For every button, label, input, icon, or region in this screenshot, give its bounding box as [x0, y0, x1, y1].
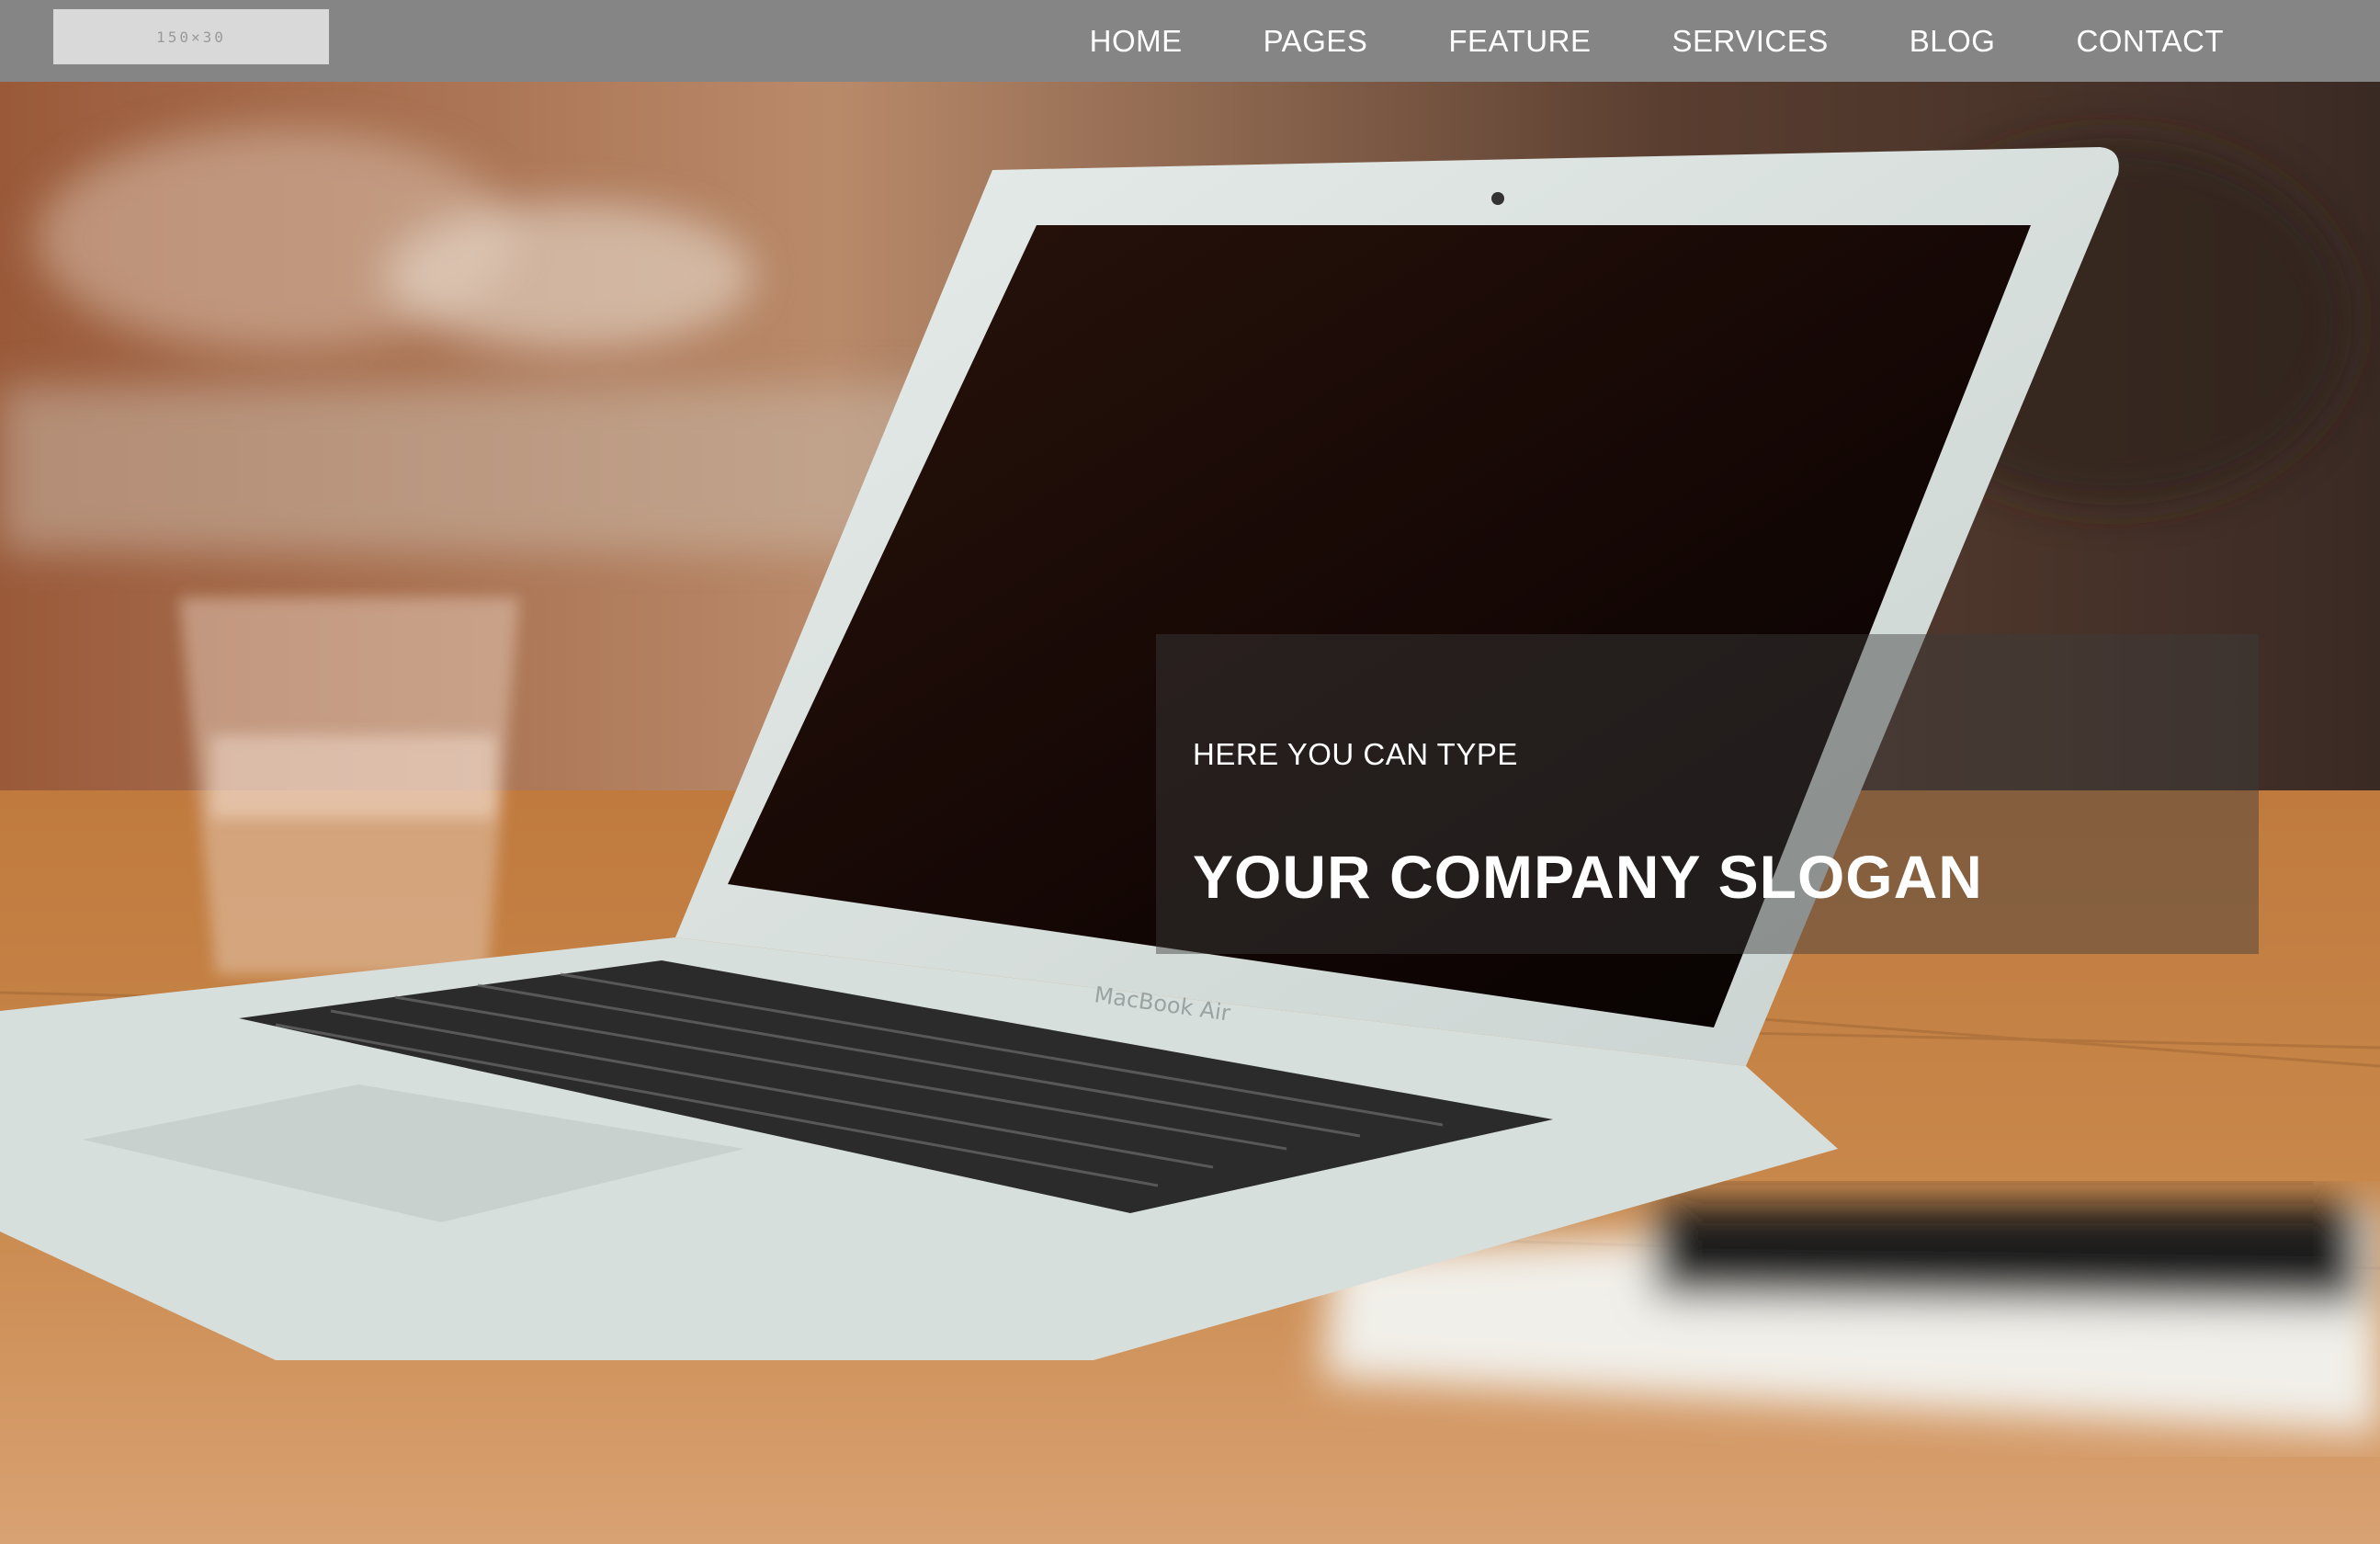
hero-subtitle: HERE YOU CAN TYPE — [1193, 737, 1518, 771]
hero-slogan-box: HERE YOU CAN TYPE YOUR COMPANY SLOGAN — [1156, 634, 2259, 954]
landing-page: MacBook Air 150×30 HOME PAGES FEATURE SE… — [0, 0, 2380, 1544]
main-nav: HOME PAGES FEATURE SERVICES BLOG CONTACT — [1049, 0, 2224, 82]
hero-title: YOUR COMPANY SLOGAN — [1193, 843, 1983, 911]
logo-placeholder[interactable]: 150×30 — [53, 9, 329, 64]
navbar: 150×30 HOME PAGES FEATURE SERVICES BLOG … — [0, 0, 2380, 82]
nav-link-pages[interactable]: PAGES — [1223, 24, 1409, 59]
nav-link-contact[interactable]: CONTACT — [2035, 24, 2224, 59]
nav-link-blog[interactable]: BLOG — [1869, 24, 2036, 59]
logo-text: 150×30 — [156, 28, 226, 46]
nav-link-home[interactable]: HOME — [1049, 24, 1223, 59]
nav-link-feature[interactable]: FEATURE — [1408, 24, 1631, 59]
nav-link-services[interactable]: SERVICES — [1631, 24, 1868, 59]
